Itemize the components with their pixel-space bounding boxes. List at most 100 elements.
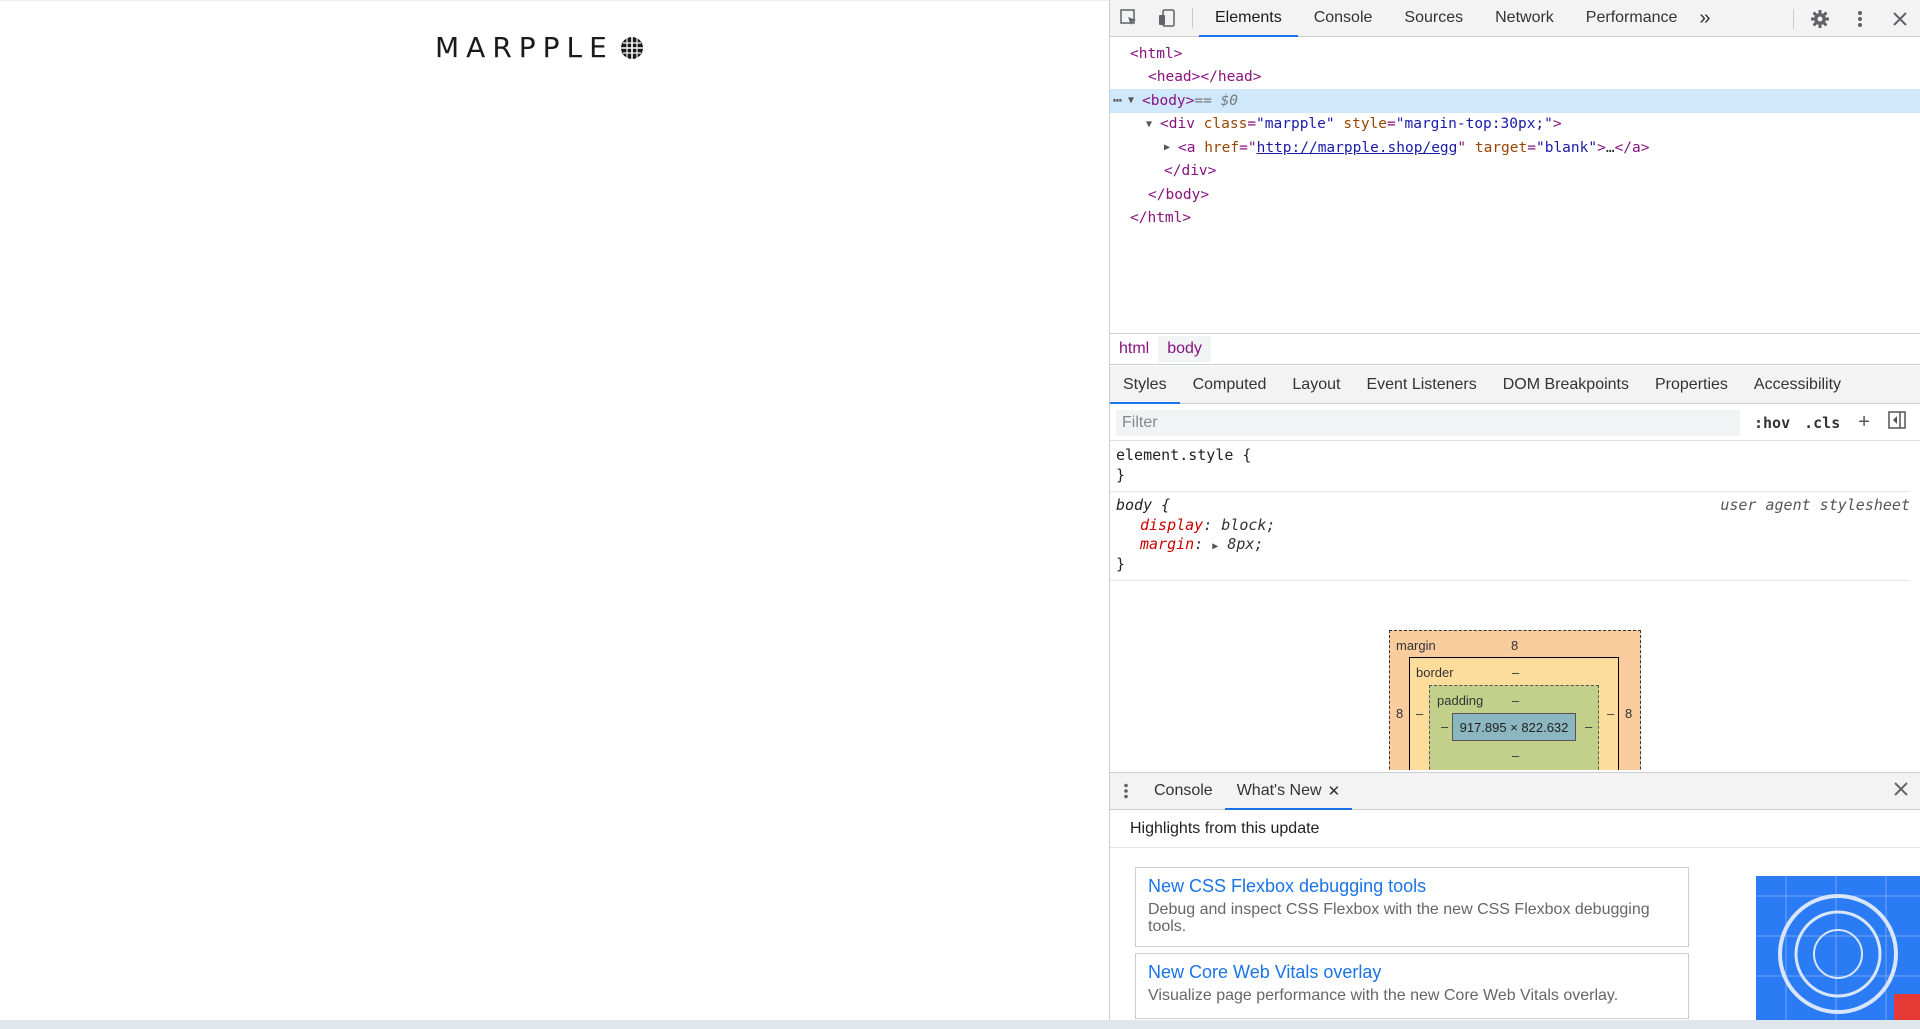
style-rule-body[interactable]: body { user agent stylesheet display: bl… bbox=[1110, 492, 1910, 581]
padding-top-value[interactable]: – bbox=[1512, 693, 1519, 708]
attr-name: class bbox=[1203, 116, 1248, 133]
drawer-tab-label: What's New bbox=[1236, 782, 1322, 799]
rule-selector: element.style { bbox=[1116, 446, 1252, 464]
inspect-element-icon[interactable] bbox=[1110, 0, 1148, 36]
padding-left-value[interactable]: – bbox=[1441, 719, 1448, 734]
dom-tag: </html> bbox=[1130, 210, 1192, 227]
dom-node-body[interactable]: ⋯ ▼ <body> == $0 bbox=[1110, 89, 1920, 113]
whats-new-card[interactable]: New CSS Flexbox debugging tools Debug an… bbox=[1135, 867, 1689, 947]
margin-top-value[interactable]: 8 bbox=[1511, 638, 1518, 653]
dom-tag: </body> bbox=[1148, 186, 1210, 203]
devtools-panel: Elements Console Sources Network Perform… bbox=[1109, 0, 1920, 1021]
dom-node-div-close[interactable]: </div> bbox=[1110, 160, 1920, 184]
toggle-sidebar-icon[interactable] bbox=[1888, 411, 1906, 434]
attr-name: target bbox=[1474, 139, 1528, 156]
tab-sources[interactable]: Sources bbox=[1388, 0, 1479, 36]
dom-node-html-close[interactable]: </html> bbox=[1110, 207, 1920, 231]
elements-dom-tree: <html> <head> </head> ⋯ ▼ <body> == $0 ▼ <di… bbox=[1110, 38, 1920, 333]
border-right-value[interactable]: – bbox=[1607, 706, 1614, 721]
margin-label: margin bbox=[1396, 638, 1436, 653]
globe-logo-icon bbox=[620, 36, 643, 59]
marpple-logo-link[interactable]: MARPPLE bbox=[435, 31, 644, 64]
expand-triangle-icon[interactable]: ▼ bbox=[1146, 119, 1160, 130]
whats-new-heading: Highlights from this update bbox=[1110, 810, 1920, 848]
class-toggle-button[interactable]: .cls bbox=[1804, 414, 1840, 432]
rule-source: user agent stylesheet bbox=[1720, 496, 1910, 514]
dom-node-div[interactable]: ▼ <div class = "marpple" style = "margin-top:… bbox=[1110, 113, 1920, 137]
attr-value: "margin-top:30px;" bbox=[1395, 116, 1553, 133]
attr-value: "blank" bbox=[1535, 139, 1598, 156]
attr-name: href bbox=[1204, 139, 1240, 156]
tab-dom-breakpoints[interactable]: DOM Breakpoints bbox=[1490, 366, 1642, 403]
kebab-menu-icon[interactable] bbox=[1840, 0, 1880, 37]
dom-tag: </a> bbox=[1614, 139, 1650, 156]
tab-computed[interactable]: Computed bbox=[1180, 366, 1280, 403]
more-tabs-icon[interactable]: » bbox=[1693, 0, 1716, 36]
gear-icon[interactable] bbox=[1800, 0, 1840, 37]
breadcrumb-item-body[interactable]: body bbox=[1158, 336, 1211, 362]
card-title-link[interactable]: New Core Web Vitals overlay bbox=[1148, 962, 1676, 983]
drawer-tab-whats-new[interactable]: What's New ✕ bbox=[1224, 773, 1353, 810]
margin-left-value[interactable]: 8 bbox=[1396, 706, 1403, 721]
padding-bottom-value[interactable]: – bbox=[1512, 748, 1519, 763]
tab-network[interactable]: Network bbox=[1479, 0, 1570, 36]
breadcrumb-item-html[interactable]: html bbox=[1110, 336, 1158, 362]
box-model-content-size[interactable]: 917.895 × 822.632 bbox=[1452, 713, 1576, 741]
close-tab-icon[interactable]: ✕ bbox=[1328, 782, 1341, 800]
hover-state-button[interactable]: :hov bbox=[1754, 414, 1790, 432]
whats-new-card[interactable]: New Core Web Vitals overlay Visualize pa… bbox=[1135, 953, 1689, 1019]
tab-accessibility[interactable]: Accessibility bbox=[1741, 366, 1854, 403]
drawer-tabbar: Console What's New ✕ bbox=[1110, 773, 1920, 810]
expand-triangle-icon[interactable]: ▶ bbox=[1212, 541, 1218, 552]
dom-node-head[interactable]: <head> </head> bbox=[1110, 66, 1920, 90]
style-rule-element[interactable]: element.style { } bbox=[1110, 442, 1910, 492]
attr-value: "marpple" bbox=[1256, 116, 1335, 133]
rule-close-brace: } bbox=[1116, 465, 1126, 484]
box-model-diagram: margin 8 8 8 border – – – padding – – – … bbox=[1389, 630, 1641, 770]
toolbar-divider bbox=[1793, 8, 1794, 29]
dom-tag: <head> bbox=[1148, 69, 1201, 86]
margin-right-value[interactable]: 8 bbox=[1625, 706, 1632, 721]
tab-elements[interactable]: Elements bbox=[1199, 0, 1298, 37]
dom-tag: <body> bbox=[1142, 92, 1195, 109]
tab-performance[interactable]: Performance bbox=[1570, 0, 1694, 36]
drawer-menu-icon[interactable] bbox=[1110, 773, 1142, 809]
tab-styles[interactable]: Styles bbox=[1110, 366, 1180, 404]
tab-properties[interactable]: Properties bbox=[1642, 366, 1741, 403]
card-description: Debug and inspect CSS Flexbox with the n… bbox=[1148, 901, 1650, 935]
dom-tag: </head> bbox=[1200, 69, 1262, 86]
href-link[interactable]: http://marpple.shop/egg bbox=[1257, 140, 1458, 156]
device-toolbar-icon[interactable] bbox=[1148, 0, 1186, 36]
tab-event-listeners[interactable]: Event Listeners bbox=[1353, 366, 1489, 403]
screen: MARPPLE Elements Console Sources Network… bbox=[0, 0, 1920, 1029]
dom-node-html[interactable]: <html> bbox=[1110, 42, 1920, 66]
tab-console[interactable]: Console bbox=[1298, 0, 1389, 36]
border-left-value[interactable]: – bbox=[1416, 706, 1423, 721]
tab-layout[interactable]: Layout bbox=[1279, 366, 1353, 403]
selected-node-marker: == $0 bbox=[1194, 92, 1239, 109]
border-top-value[interactable]: – bbox=[1512, 665, 1519, 680]
whats-new-illustration bbox=[1756, 876, 1920, 1021]
property-name: display bbox=[1140, 515, 1204, 534]
filter-input[interactable] bbox=[1116, 409, 1740, 436]
collapse-triangle-icon[interactable]: ▶ bbox=[1164, 142, 1178, 153]
sidebar-tabs: Styles Computed Layout Event Listeners D… bbox=[1110, 366, 1920, 404]
dom-tag: </div> bbox=[1164, 163, 1217, 180]
dom-node-body-close[interactable]: </body> bbox=[1110, 183, 1920, 207]
padding-right-value[interactable]: – bbox=[1585, 719, 1592, 734]
node-actions-icon[interactable]: ⋯ bbox=[1113, 93, 1128, 109]
close-drawer-icon[interactable] bbox=[1894, 782, 1908, 799]
card-title-link[interactable]: New CSS Flexbox debugging tools bbox=[1148, 876, 1676, 897]
card-description: Visualize page performance with the new … bbox=[1148, 987, 1619, 1004]
dom-node-a[interactable]: ▶ <a href =" http://marpple.shop/egg " targe… bbox=[1110, 136, 1920, 160]
close-icon[interactable] bbox=[1880, 0, 1920, 37]
collapsed-content[interactable]: … bbox=[1606, 140, 1615, 156]
style-property-margin[interactable]: margin: ▶ 8px; bbox=[1116, 535, 1904, 555]
drawer-tab-console[interactable]: Console bbox=[1142, 773, 1225, 809]
border-label: border bbox=[1416, 665, 1454, 680]
new-style-rule-icon[interactable]: + bbox=[1858, 411, 1870, 434]
style-property-display[interactable]: display: block; bbox=[1116, 516, 1904, 536]
styles-pane: element.style { } body { user agent styl… bbox=[1110, 442, 1910, 581]
expand-triangle-icon[interactable]: ▼ bbox=[1128, 95, 1142, 106]
window-bottom-edge bbox=[0, 1020, 1920, 1029]
